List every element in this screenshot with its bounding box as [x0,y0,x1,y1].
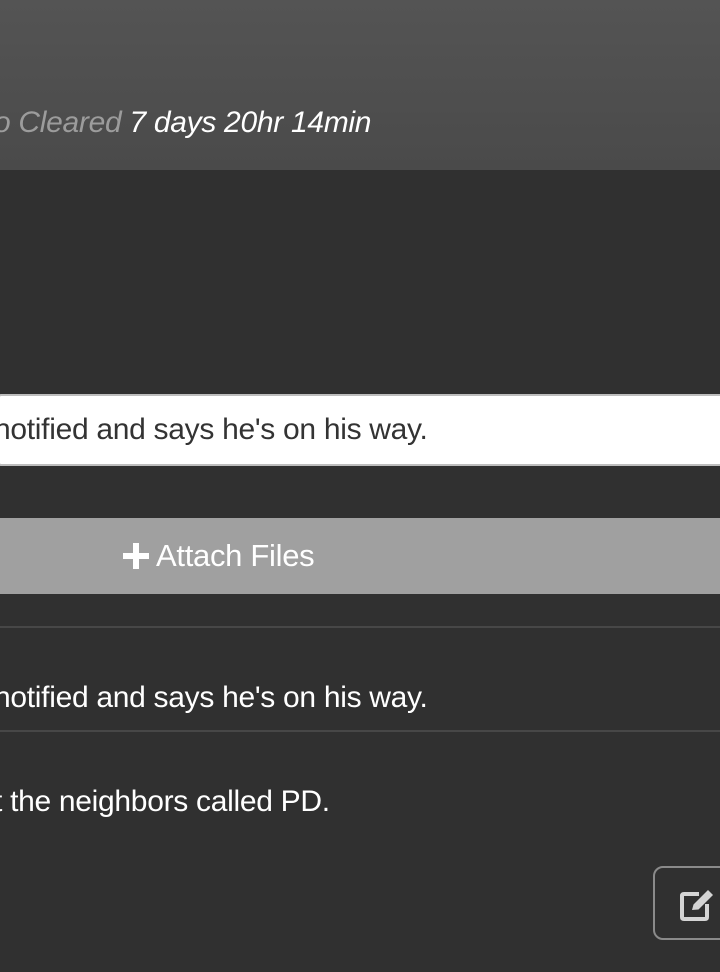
edit-icon [680,890,713,921]
edit-button[interactable] [653,866,720,940]
attach-files-content: Attach Files [121,518,315,594]
time-to-cleared-value: 7 days 20hr 14min [129,106,372,139]
page: o Cleared 7 days 20hr 14min Attach Files… [0,0,720,972]
attach-files-button[interactable]: Attach Files [0,518,720,594]
time-to-cleared-label: o Cleared [0,106,122,139]
plus-icon [123,543,149,569]
note-input[interactable] [0,394,720,466]
log-entry-text: t the neighbors called PD. [0,785,330,818]
log-divider [0,626,720,628]
attach-files-label: Attach Files [156,538,315,573]
log-divider [0,730,720,732]
time-to-cleared: o Cleared 7 days 20hr 14min [0,104,371,142]
log-entry-text: notified and says he's on his way. [0,681,428,714]
header-bar: o Cleared 7 days 20hr 14min [0,0,720,170]
